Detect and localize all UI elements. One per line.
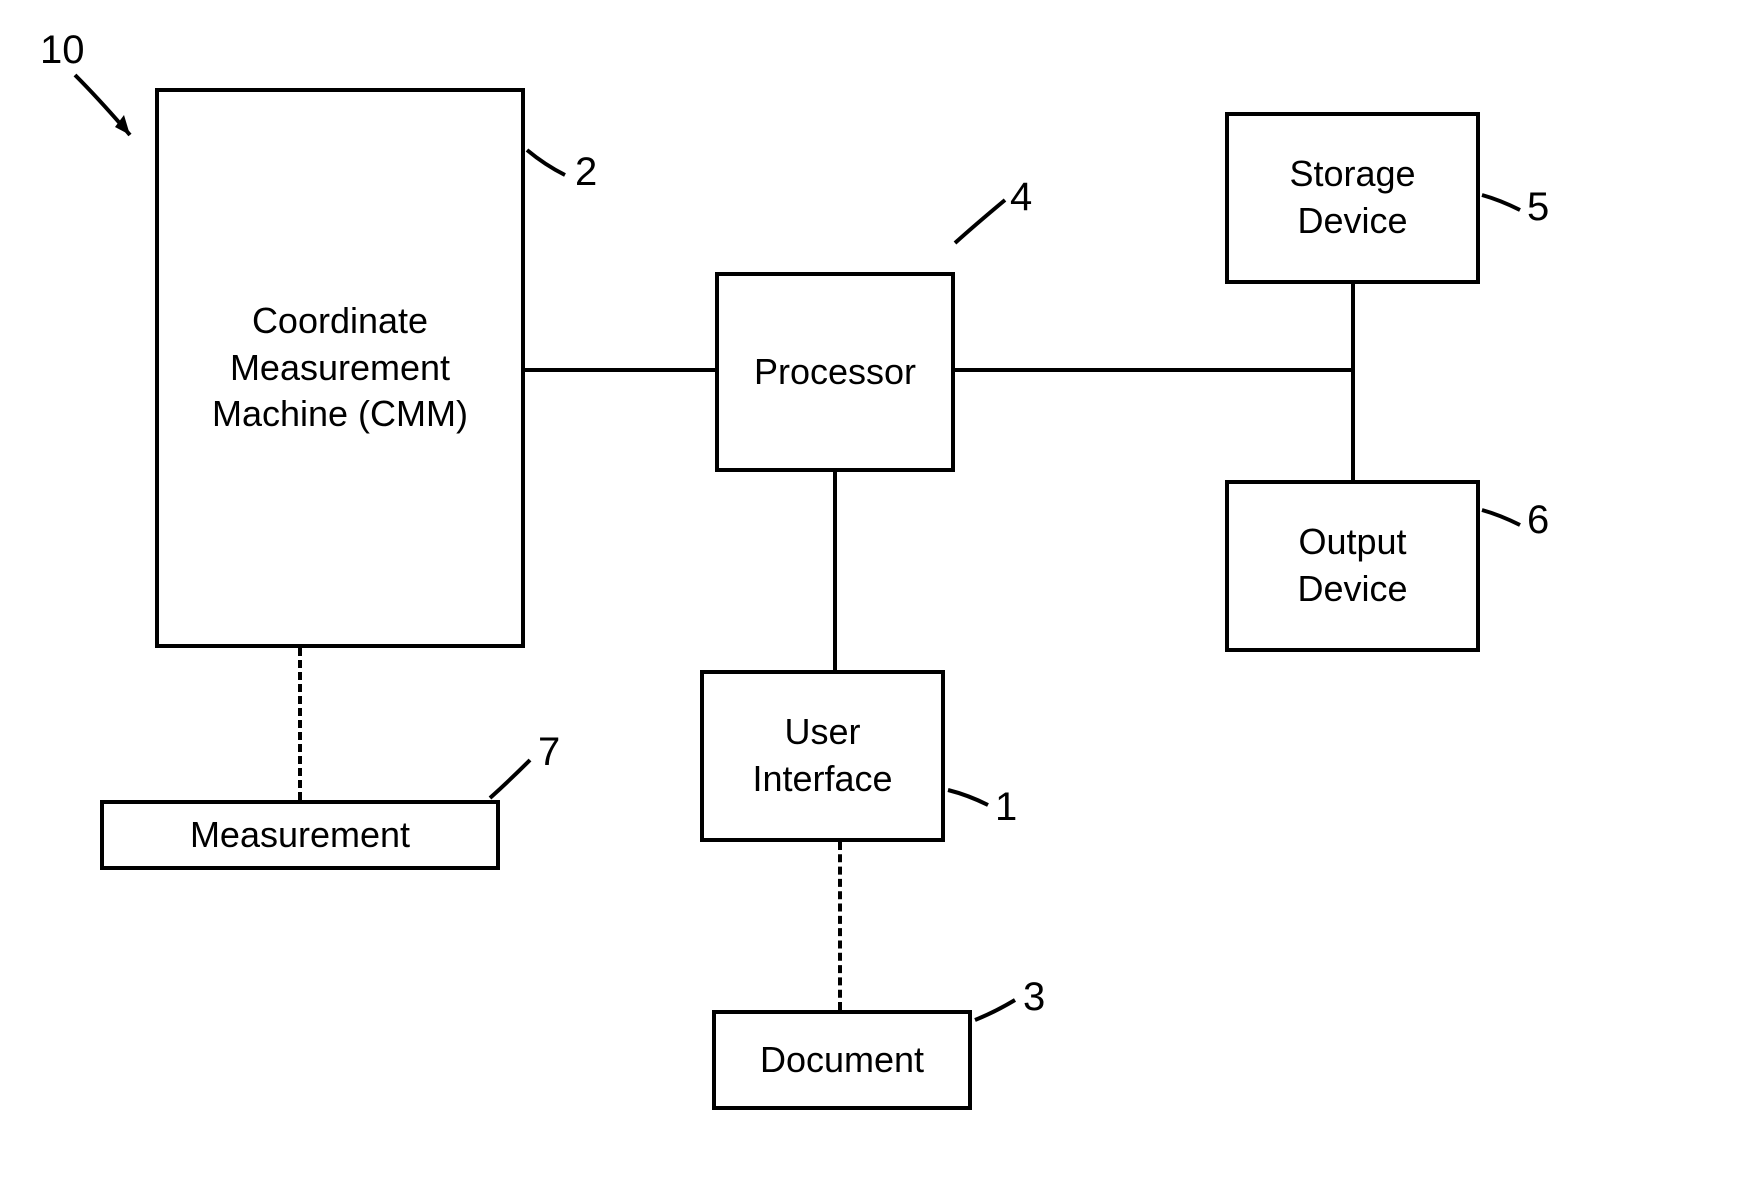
line-ui-document bbox=[838, 842, 842, 1010]
line-junction-output bbox=[1351, 368, 1355, 482]
line-cmm-measurement bbox=[298, 648, 302, 800]
line-cmm-processor bbox=[525, 368, 717, 372]
measurement-ref-label: 7 bbox=[538, 730, 560, 775]
line-processor-junction bbox=[955, 368, 1355, 372]
document-ref-label: 3 bbox=[1023, 975, 1045, 1020]
output-ref-label: 6 bbox=[1527, 498, 1549, 543]
line-junction-storage bbox=[1351, 284, 1355, 372]
line-processor-ui bbox=[833, 472, 837, 672]
